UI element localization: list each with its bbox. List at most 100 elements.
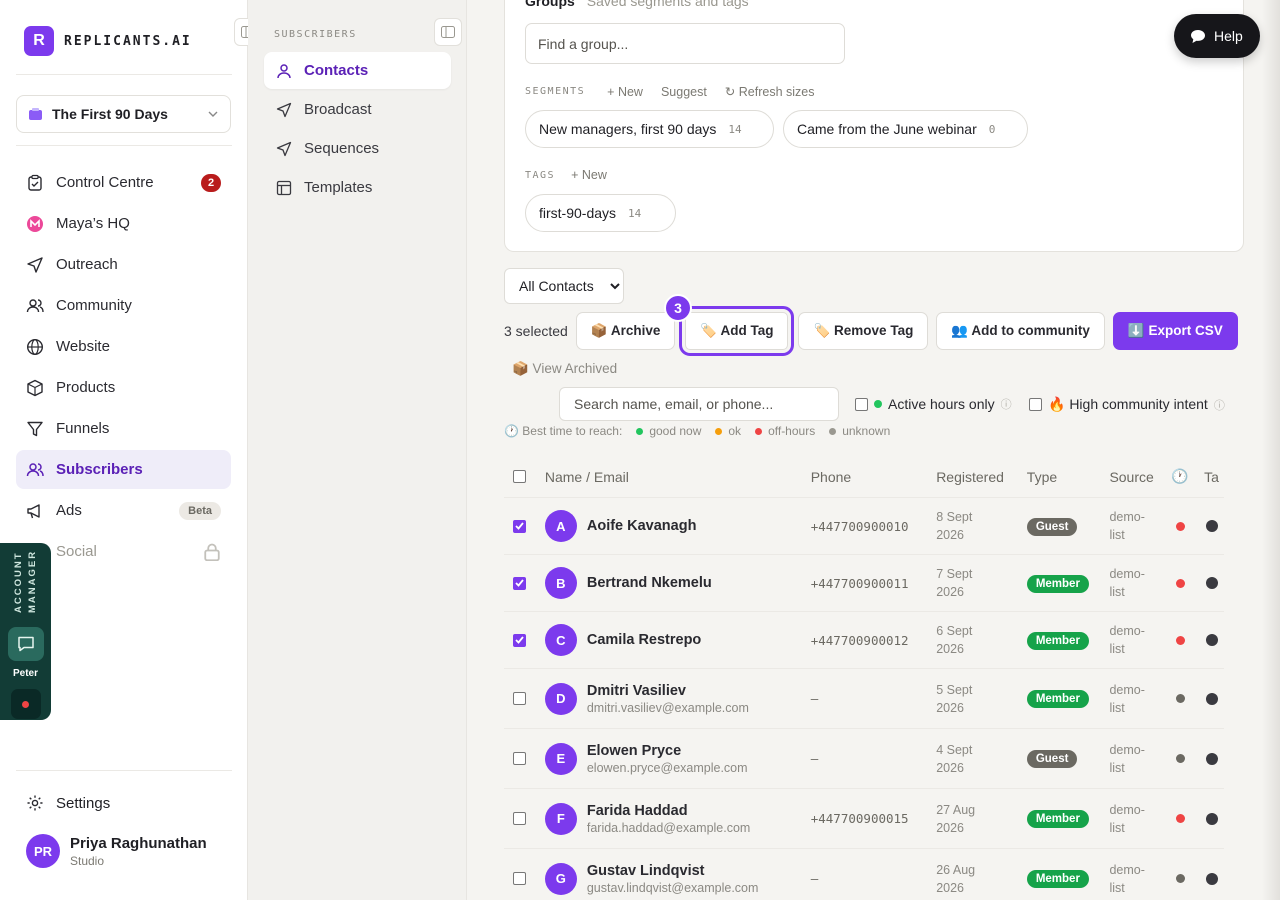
row-checkbox[interactable] — [513, 872, 526, 885]
row-checkbox[interactable] — [513, 633, 526, 647]
nav-item-products[interactable]: Products — [16, 368, 231, 407]
table-row[interactable]: A Aoife Kavanagh +447700900010 8 Sept 2026 Gu… — [504, 498, 1224, 555]
segment-chip[interactable]: New managers, first 90 days 14 — [525, 110, 774, 148]
chat-button[interactable] — [7, 627, 44, 661]
col-best-time[interactable]: 🕐 — [1166, 468, 1194, 485]
registered-date: 26 Aug 2026 — [936, 861, 1027, 897]
select-all-checkbox[interactable] — [513, 470, 526, 483]
tag-icon — [1206, 812, 1219, 825]
active-hours-option[interactable]: Active hours only ⓘ — [855, 396, 1012, 412]
new-tag-button[interactable]: + New — [571, 168, 607, 182]
nav-item-website[interactable]: Website — [16, 327, 231, 366]
view-archived-link[interactable]: 📦 View Archived — [512, 361, 617, 377]
bulk-actions-bar: 3 selected 📦 Archive 🏷️ Add Tag 🏷️ Remov… — [504, 306, 1238, 356]
nav-label: Ads — [56, 502, 82, 519]
contact-name[interactable]: Aoife Kavanagh — [587, 518, 697, 534]
row-select-cell — [504, 633, 545, 647]
contact-search-input[interactable] — [559, 387, 839, 421]
table-row[interactable]: C Camila Restrepo +447700900012 6 Sept 2026 M… — [504, 612, 1224, 669]
segment-name: Came from the June webinar — [797, 121, 977, 137]
col-registered[interactable]: Registered — [936, 468, 1027, 486]
new-segment-button[interactable]: + New — [607, 85, 643, 99]
subnav-item-contacts[interactable]: Contacts — [264, 52, 451, 89]
table-header: Name / Email Phone Registered Type Sourc… — [504, 456, 1224, 498]
table-row[interactable]: E Elowen Pryce elowen.pryce@example.com – 4 … — [504, 729, 1224, 789]
col-phone[interactable]: Phone — [811, 469, 936, 485]
nav-item-ads[interactable]: Ads Beta — [16, 491, 231, 530]
nav-item-control-centre[interactable]: Control Centre 2 — [16, 163, 231, 202]
registered-year: 2026 — [936, 585, 965, 599]
add-to-community-button[interactable]: 👥 Add to community — [936, 312, 1105, 350]
active-hours-checkbox[interactable] — [855, 397, 868, 411]
contact-avatar: F — [544, 802, 577, 835]
row-checkbox[interactable] — [513, 576, 526, 590]
subnav-item-sequences[interactable]: Sequences — [264, 130, 451, 167]
registered-year: 2026 — [936, 700, 965, 715]
refresh-sizes-button[interactable]: ↻ Refresh sizes — [725, 84, 815, 99]
table-row[interactable]: G Gustav Lindqvist gustav.lindqvist@exampl… — [504, 849, 1224, 900]
subnav-label: Sequences — [304, 140, 380, 157]
row-checkbox[interactable] — [513, 519, 526, 533]
contact-name[interactable]: Dmitri Vasiliev — [587, 683, 749, 699]
info-icon[interactable]: ⓘ — [1214, 397, 1225, 413]
col-source[interactable]: Source — [1109, 468, 1166, 486]
high-intent-checkbox[interactable] — [1029, 398, 1042, 411]
table-row[interactable]: F Farida Haddad farida.haddad@example.com +… — [504, 789, 1224, 849]
contact-name[interactable]: Gustav Lindqvist — [587, 863, 759, 879]
suggest-segment-button[interactable]: Suggest — [661, 85, 707, 99]
col-type[interactable]: Type — [1027, 469, 1110, 485]
high-intent-option[interactable]: 🔥 High community intent ⓘ — [1029, 396, 1225, 413]
tag-chip[interactable]: first-90-days 14 — [525, 194, 676, 232]
type-cell: Member — [1026, 631, 1110, 650]
nav-item-community[interactable]: Community — [16, 286, 231, 325]
nav-item-outreach[interactable]: Outreach — [16, 245, 231, 284]
layout-icon — [276, 180, 292, 195]
nav-item-subscribers[interactable]: Subscribers — [16, 450, 231, 489]
help-button[interactable]: Help — [1174, 14, 1260, 58]
subnav-item-broadcast[interactable]: Broadcast — [264, 91, 451, 128]
contact-cell: E Elowen Pryce elowen.pryce@example.com — [544, 742, 811, 775]
info-icon[interactable]: ⓘ — [1001, 396, 1012, 412]
high-intent-label: 🔥 High community intent — [1048, 396, 1208, 412]
row-checkbox[interactable] — [513, 692, 526, 705]
col-name[interactable]: Name / Email — [545, 469, 811, 485]
settings-link[interactable]: Settings — [26, 794, 110, 812]
row-checkbox[interactable] — [513, 752, 526, 765]
brand[interactable]: R REPLICANTS.AI — [24, 26, 192, 56]
account-manager-panel[interactable]: ACCOUNT MANAGER Peter — [0, 543, 51, 720]
find-group-input[interactable] — [525, 23, 845, 64]
best-time-cell — [1166, 814, 1194, 823]
remove-tag-button[interactable]: 🏷️ Remove Tag — [798, 312, 929, 350]
tag-icon — [1206, 752, 1219, 765]
user-profile[interactable]: PR Priya Raghunathan Studio — [26, 834, 207, 868]
page-edge-shade — [1262, 0, 1280, 900]
best-time-cell — [1166, 874, 1194, 883]
table-row[interactable]: D Dmitri Vasiliev dmitri.vasiliev@example.… — [504, 669, 1224, 729]
col-tags[interactable]: Ta — [1194, 469, 1224, 485]
contact-phone: +447700900010 — [810, 518, 909, 534]
workspace-selector[interactable]: The First 90 Days — [16, 95, 231, 133]
add-tag-button[interactable]: 🏷️ Add Tag — [679, 306, 795, 356]
row-select-cell — [504, 692, 545, 705]
segment-chip[interactable]: Came from the June webinar 0 — [783, 110, 1028, 148]
contact-phone: – — [810, 871, 819, 886]
contact-name[interactable]: Farida Haddad — [587, 803, 750, 819]
contact-name[interactable]: Bertrand Nkemelu — [587, 575, 712, 591]
legend-label: good now — [649, 424, 702, 438]
subnav-item-templates[interactable]: Templates — [264, 169, 451, 206]
table-row[interactable]: B Bertrand Nkemelu +447700900011 7 Sept 2026… — [504, 555, 1224, 612]
contact-filter-select[interactable]: All Contacts — [504, 268, 624, 304]
nav-item-funnels[interactable]: Funnels — [16, 409, 231, 448]
avatar: PR — [26, 834, 60, 868]
row-checkbox[interactable] — [513, 812, 526, 825]
row-select-cell — [504, 576, 545, 590]
contact-name[interactable]: Elowen Pryce — [587, 743, 748, 759]
export-csv-button[interactable]: ⬇️ Export CSV — [1112, 312, 1238, 350]
contact-name[interactable]: Camila Restrepo — [587, 632, 701, 648]
archive-button[interactable]: 📦 Archive — [575, 312, 676, 350]
contact-avatar: D — [544, 682, 577, 715]
send-icon — [276, 102, 292, 117]
collapse-subnav-button[interactable] — [434, 18, 462, 46]
best-time-dot — [1175, 874, 1185, 883]
nav-item-mayas-hq[interactable]: Maya’s HQ — [16, 204, 231, 243]
